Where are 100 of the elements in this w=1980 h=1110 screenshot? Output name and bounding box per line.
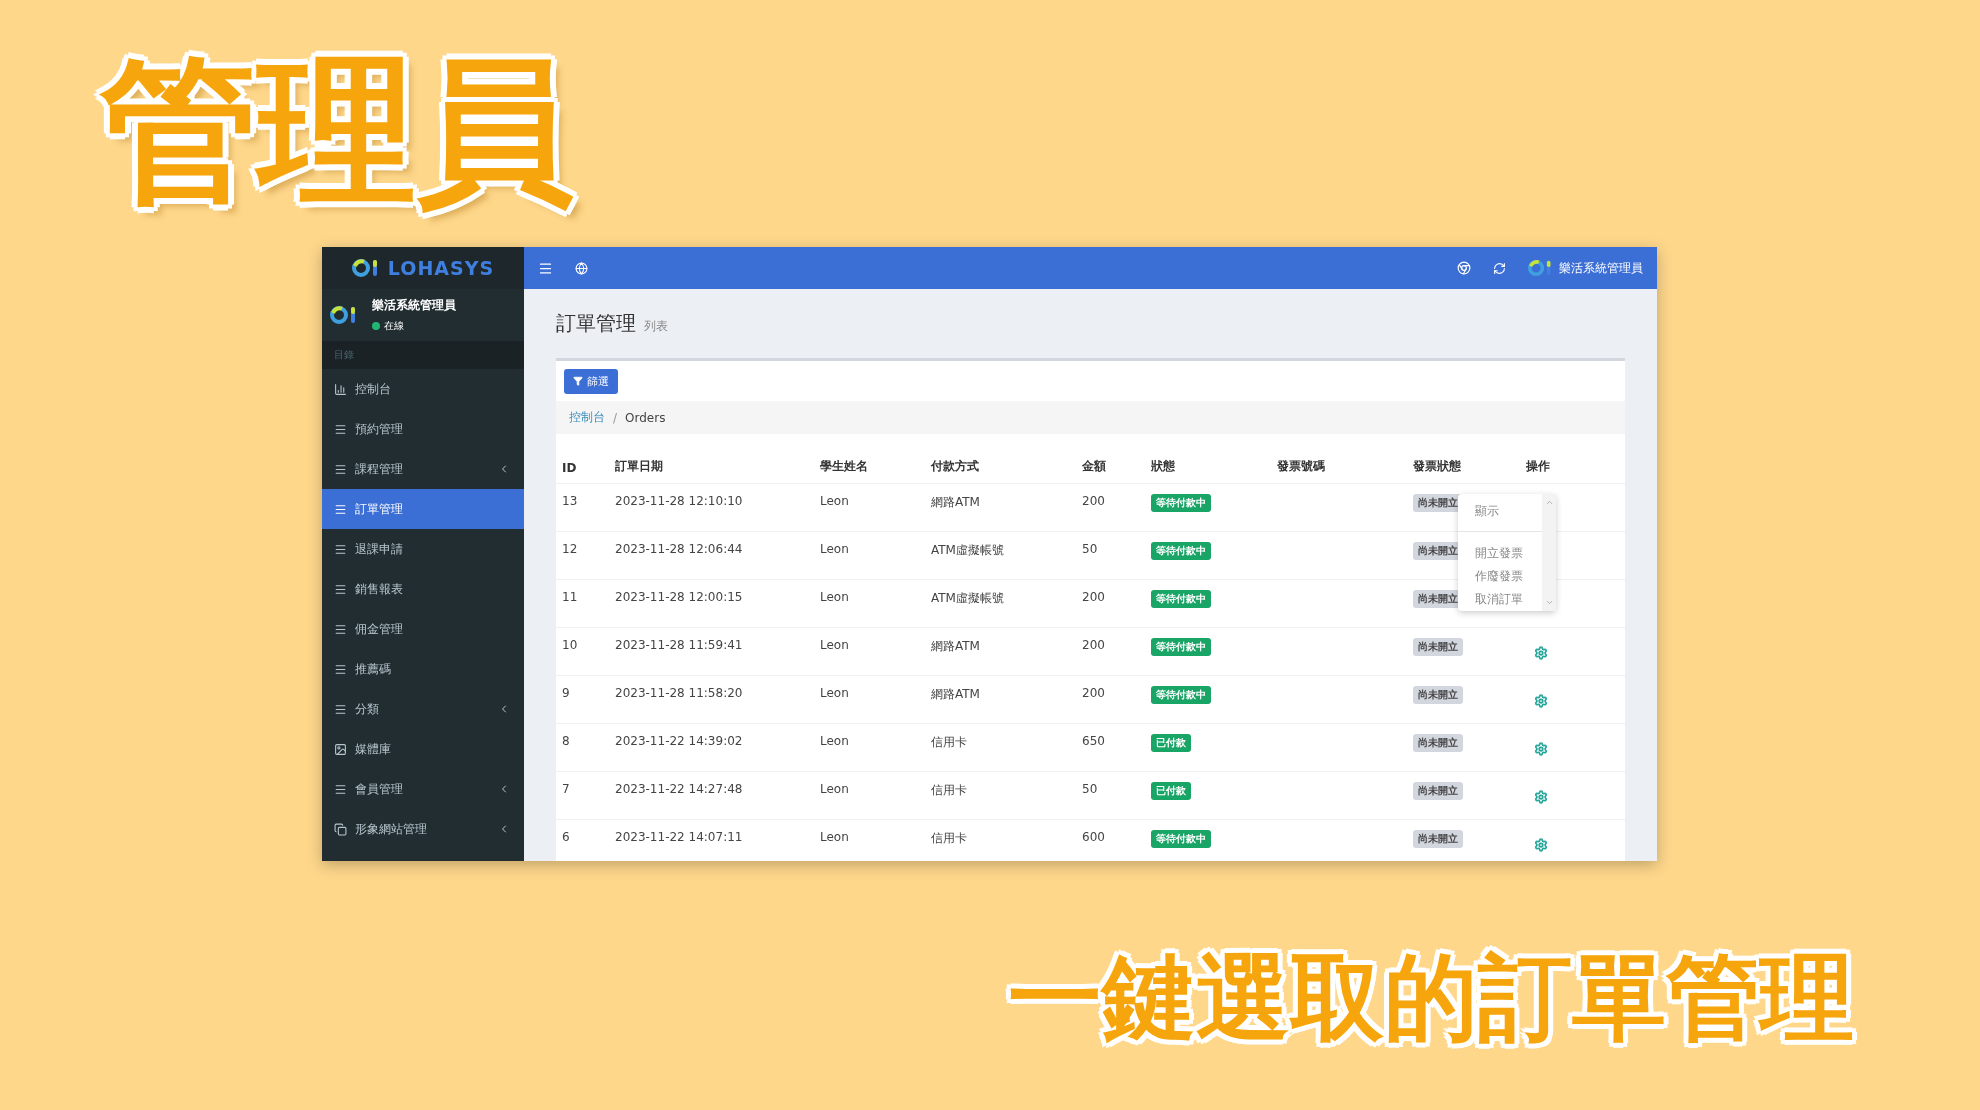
logo-icon — [1527, 259, 1553, 277]
sidebar-item[interactable]: 預約管理 — [322, 409, 524, 449]
settings-button[interactable] — [1534, 742, 1548, 756]
column-header: 操作 — [1526, 458, 1550, 475]
menu-icon — [334, 542, 347, 556]
sidebar-item-label: 推薦碼 — [355, 660, 392, 678]
sidebar-item[interactable]: 佣金管理 — [322, 609, 524, 649]
sidebar-item[interactable]: 形象網站管理 — [322, 809, 524, 849]
user-name: 樂活系統管理員 — [372, 297, 456, 314]
menu-item[interactable]: 作廢發票 — [1458, 565, 1542, 588]
settings-button[interactable] — [1534, 838, 1548, 852]
sidebar-item[interactable]: 銷售報表 — [322, 569, 524, 609]
table-cell: 7 — [562, 782, 570, 796]
table-cell: 200 — [1082, 638, 1105, 652]
sidebar-item[interactable]: 課程管理 — [322, 449, 524, 489]
sidebar-item-label: 控制台 — [355, 380, 392, 398]
sidebar-item[interactable]: 會員管理 — [322, 769, 524, 809]
sidebar-item-label: 退課申請 — [355, 540, 404, 558]
table-cell: Leon — [820, 638, 849, 652]
sidebar-item[interactable]: 訂單管理 — [322, 489, 524, 529]
sidebar-item-label: 分類 — [355, 700, 380, 718]
column-header: 金額 — [1082, 458, 1106, 475]
table-cell: 網路ATM — [931, 638, 980, 655]
table-cell: 8 — [562, 734, 570, 748]
globe-icon[interactable] — [575, 261, 588, 275]
sidebar-item[interactable]: 媒體庫 — [322, 729, 524, 769]
status-badge: 等待付款中 — [1151, 686, 1211, 704]
invoice-status-badge: 尚未開立 — [1413, 830, 1463, 848]
sidebar-item[interactable]: 分類 — [322, 689, 524, 729]
sidebar-item-label: 銷售報表 — [355, 580, 404, 598]
table-cell: 2023-11-22 14:07:11 — [615, 830, 743, 844]
menu-icon — [334, 582, 347, 596]
status-text: 在線 — [384, 319, 404, 333]
table-cell: 2023-11-28 12:06:44 — [615, 542, 743, 556]
sidebar-item[interactable]: 控制台 — [322, 369, 524, 409]
chart-icon — [334, 382, 347, 396]
sidebar-item[interactable]: 推薦碼 — [322, 649, 524, 689]
scrollbar[interactable] — [1542, 494, 1556, 611]
scroll-down-icon[interactable] — [1544, 598, 1554, 607]
status-badge: 已付款 — [1151, 782, 1191, 800]
section-heading: 目錄 — [322, 341, 524, 369]
table-cell: 信用卡 — [931, 734, 967, 751]
table-cell: 2023-11-22 14:27:48 — [615, 782, 743, 796]
table-cell: 信用卡 — [931, 782, 967, 799]
filter-button[interactable]: 篩選 — [564, 368, 618, 394]
table-cell: 50 — [1082, 542, 1098, 556]
status-badge: 等待付款中 — [1151, 590, 1211, 608]
table-cell: 200 — [1082, 686, 1105, 700]
table-cell: 12 — [562, 542, 578, 556]
sidebar-item-label: 預約管理 — [355, 420, 404, 438]
image-icon — [334, 742, 347, 756]
table-cell: 2023-11-28 11:59:41 — [615, 638, 743, 652]
column-header: 訂單日期 — [615, 458, 663, 475]
brand-name: LOHASYS — [387, 257, 495, 279]
table-cell: 10 — [562, 638, 578, 652]
status-badge: 等待付款中 — [1151, 638, 1211, 656]
menu-icon[interactable] — [538, 260, 553, 276]
status-badge: 等待付款中 — [1151, 542, 1211, 560]
menu-icon — [334, 702, 347, 716]
invoice-status-badge: 尚未開立 — [1413, 734, 1463, 752]
scroll-up-icon[interactable] — [1544, 498, 1554, 507]
column-header: 狀態 — [1151, 458, 1175, 475]
settings-button[interactable] — [1534, 694, 1548, 708]
table-cell: 11 — [562, 590, 578, 604]
sidebar-item-label: 形象網站管理 — [355, 820, 428, 838]
table-cell: 2023-11-28 12:10:10 — [615, 494, 743, 508]
table-cell: Leon — [820, 494, 849, 508]
menu-icon — [334, 502, 347, 516]
sidebar-item-label: 課程管理 — [355, 460, 404, 478]
menu-icon — [334, 462, 347, 476]
slide-title: 管理員 — [98, 37, 575, 224]
logo-icon — [351, 258, 380, 278]
page-title: 訂單管理 — [556, 310, 636, 337]
table-cell: ATM虛擬帳號 — [931, 590, 1004, 607]
table-cell: 600 — [1082, 830, 1105, 844]
refresh-icon[interactable] — [1492, 261, 1506, 275]
table-cell: Leon — [820, 782, 849, 796]
menu-icon — [334, 782, 347, 796]
page-subtitle: 列表 — [644, 318, 668, 335]
table-cell: 650 — [1082, 734, 1105, 748]
table-cell: Leon — [820, 590, 849, 604]
settings-button[interactable] — [1534, 646, 1548, 660]
column-header: 發票號碼 — [1277, 458, 1325, 475]
sidebar-item-label: 佣金管理 — [355, 620, 404, 638]
status-badge: 已付款 — [1151, 734, 1191, 752]
circle-icon[interactable] — [1456, 261, 1471, 275]
table-cell: 6 — [562, 830, 570, 844]
sidebar-item-label: 媒體庫 — [355, 740, 392, 758]
breadcrumb-link[interactable]: 控制台 — [569, 409, 605, 426]
column-header: 發票狀態 — [1413, 458, 1461, 475]
status-badge: 等待付款中 — [1151, 494, 1211, 512]
settings-button[interactable] — [1534, 790, 1548, 804]
sidebar-item[interactable]: 退課申請 — [322, 529, 524, 569]
slide-caption: 一鍵選取的訂單管理 — [1007, 942, 1855, 1054]
table-cell: 2023-11-28 12:00:15 — [615, 590, 743, 604]
invoice-status-badge: 尚未開立 — [1413, 782, 1463, 800]
user-name[interactable]: 樂活系統管理員 — [1559, 259, 1643, 277]
table-cell: 網路ATM — [931, 686, 980, 703]
sidebar-item-label: 訂單管理 — [355, 500, 404, 518]
column-header: 付款方式 — [931, 458, 979, 475]
